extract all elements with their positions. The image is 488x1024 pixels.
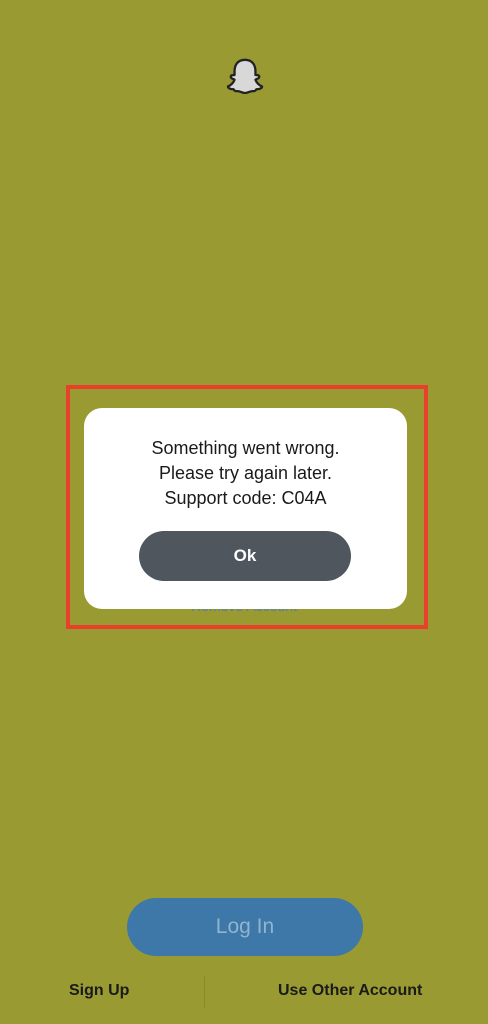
use-other-account-link[interactable]: Use Other Account bbox=[278, 982, 422, 1000]
dialog-message-line: Please try again later. bbox=[158, 463, 333, 483]
dialog-message-line: Something went wrong. bbox=[151, 438, 340, 458]
ok-button[interactable]: Ok bbox=[139, 531, 351, 581]
bottom-divider bbox=[204, 976, 205, 1008]
dialog-message: Something went wrong. Please try again l… bbox=[84, 408, 407, 511]
error-dialog: Something went wrong. Please try again l… bbox=[84, 408, 407, 609]
sign-up-link[interactable]: Sign Up bbox=[69, 982, 129, 1000]
snapchat-ghost-icon bbox=[226, 56, 264, 94]
dialog-message-line: Support code: C04A bbox=[164, 488, 327, 508]
login-button[interactable]: Log In bbox=[127, 898, 363, 956]
bottom-bar: Sign Up Use Other Account bbox=[0, 972, 488, 1012]
